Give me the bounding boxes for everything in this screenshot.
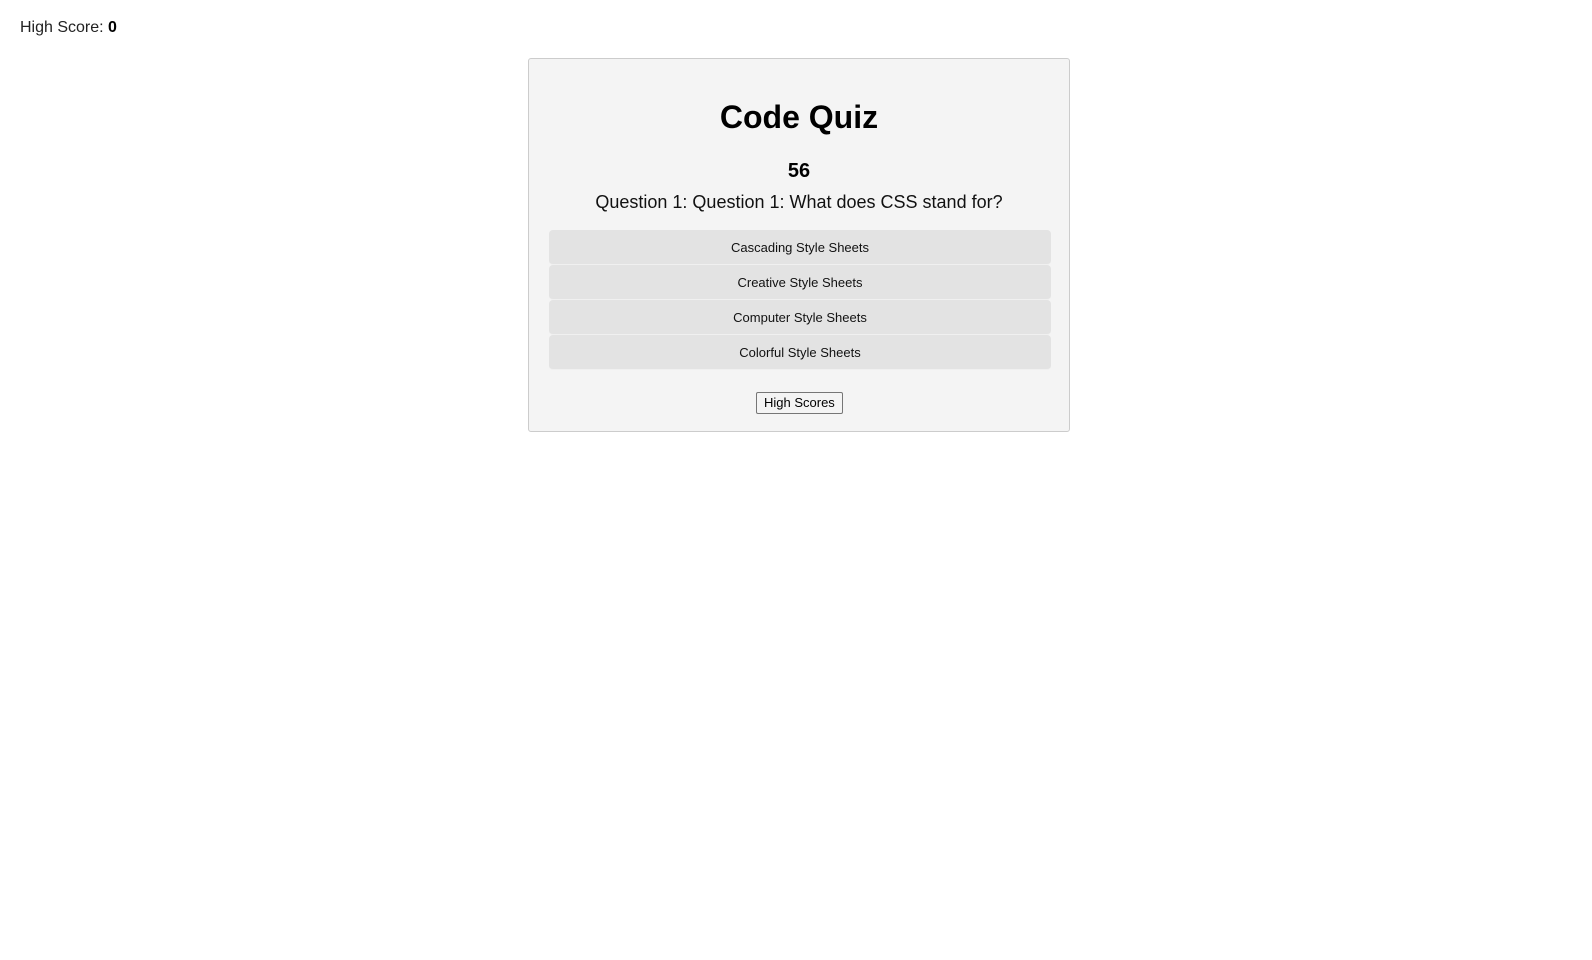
- choice-button-2[interactable]: Creative Style Sheets: [549, 265, 1051, 300]
- choices-list: Cascading Style Sheets Creative Style Sh…: [549, 230, 1051, 370]
- high-scores-button[interactable]: High Scores: [756, 392, 843, 414]
- choice-button-3[interactable]: Computer Style Sheets: [549, 300, 1051, 335]
- timer: 56: [787, 160, 811, 182]
- quiz-card: Code Quiz 56 Question 1: Question 1: Wha…: [528, 58, 1070, 432]
- high-score-value: 0: [108, 19, 117, 36]
- high-score-label: High Score:: [20, 19, 104, 36]
- quiz-title: Code Quiz: [719, 99, 879, 135]
- choice-button-1[interactable]: Cascading Style Sheets: [549, 230, 1051, 265]
- choice-button-4[interactable]: Colorful Style Sheets: [549, 335, 1051, 370]
- high-score-display: High Score: 0: [20, 18, 117, 38]
- question-text: Question 1: Question 1: What does CSS st…: [595, 192, 1003, 212]
